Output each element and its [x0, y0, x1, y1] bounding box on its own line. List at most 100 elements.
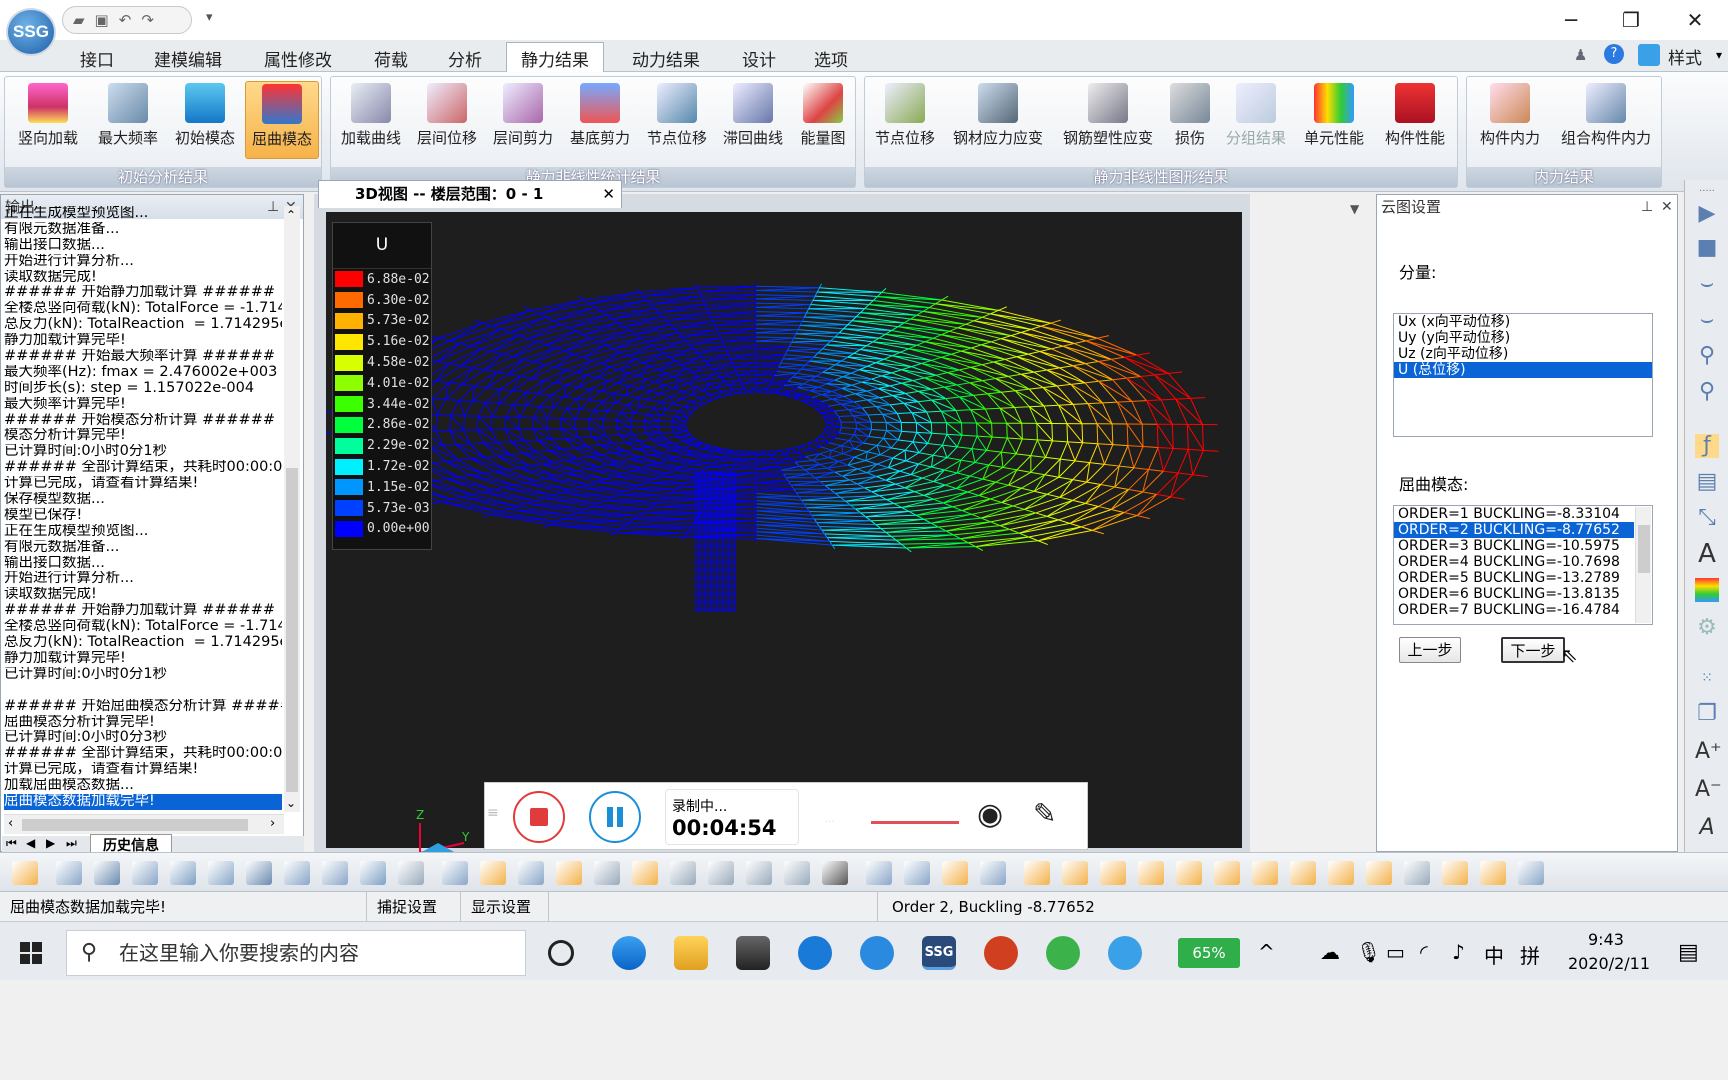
toolbar-tool-icon[interactable] — [866, 861, 892, 885]
close-button[interactable]: ✕ — [1670, 4, 1720, 36]
toolbar-tool-icon[interactable] — [904, 861, 930, 885]
toolbar-tool-icon[interactable] — [398, 861, 424, 885]
rebar-plastic-strain-button[interactable]: 钢筋塑性应变 — [1055, 81, 1161, 159]
toolbar-tool-icon[interactable] — [518, 861, 544, 885]
first-tab-icon[interactable]: ⏮ — [6, 836, 17, 851]
3d-viewport[interactable] — [322, 208, 1246, 852]
toolbar-tool-icon[interactable] — [1100, 861, 1126, 885]
toolbar-tool-icon[interactable] — [594, 861, 620, 885]
toolbar-tool-icon[interactable] — [632, 861, 658, 885]
toolbar-tool-icon[interactable] — [246, 861, 272, 885]
component-item[interactable]: U (总位移) — [1394, 362, 1652, 378]
toolbar-tool-icon[interactable] — [480, 861, 506, 885]
drag-handle-icon[interactable]: ≡ — [487, 805, 499, 821]
toolbar-tool-icon[interactable] — [1252, 861, 1278, 885]
member-force-button[interactable]: 构件内力 — [1471, 81, 1549, 159]
toolbar-tool-icon[interactable] — [132, 861, 158, 885]
tray-expand-icon[interactable]: ^ — [1258, 940, 1275, 964]
scroll-right-icon[interactable]: › — [270, 816, 275, 831]
toolbar-tool-icon[interactable] — [980, 861, 1006, 885]
tab-property[interactable]: 属性修改 — [264, 46, 332, 71]
mode-item[interactable]: ORDER=6 BUCKLING=-13.8135 — [1394, 586, 1634, 602]
output-vertical-scrollbar[interactable]: ⌃ ⌄ — [284, 206, 300, 812]
powerpoint-icon[interactable] — [984, 936, 1018, 970]
square-icon[interactable]: ■ — [1695, 236, 1719, 260]
snap-settings[interactable]: 捕捉设置 — [366, 892, 437, 922]
energy-button[interactable]: 能量图 — [793, 81, 853, 159]
play-icon[interactable]: ▶ — [1695, 202, 1719, 226]
pause-record-button[interactable] — [589, 791, 641, 843]
load-curve-button[interactable]: 加载曲线 — [335, 81, 407, 159]
taskbar-search[interactable]: ⚲ 在这里输入你要搜索的内容 — [66, 930, 526, 976]
settings-icon[interactable]: ⚙ — [1695, 616, 1719, 640]
prev-tab-icon[interactable]: ◀ — [26, 836, 35, 850]
qat-dropdown-icon[interactable]: ▾ — [206, 10, 213, 25]
toolbar-tool-icon[interactable] — [1366, 861, 1392, 885]
font-up-icon[interactable]: A⁺ — [1695, 740, 1722, 764]
restore-button[interactable]: ❐ — [1606, 4, 1656, 36]
mode-item[interactable]: ORDER=7 BUCKLING=-16.4784 — [1394, 602, 1634, 618]
initial-mode-button[interactable]: 初始模态 — [169, 81, 241, 159]
tab-list-icon[interactable]: ▼ — [1350, 202, 1359, 216]
mode-item[interactable]: ORDER=4 BUCKLING=-10.7698 — [1394, 554, 1634, 570]
mode-item[interactable]: ORDER=5 BUCKLING=-13.2789 — [1394, 570, 1634, 586]
toolbar-tool-icon[interactable] — [784, 861, 810, 885]
component-list[interactable]: Ux (x向平动位移) Uy (y向平动位移) Uz (z向平动位移) U (总位移) — [1393, 313, 1653, 437]
notification-icon[interactable]: ▤ — [1678, 940, 1699, 965]
toolbar-tool-icon[interactable] — [1138, 861, 1164, 885]
toolbar-tool-icon[interactable] — [1442, 861, 1468, 885]
toolbar-tool-icon[interactable] — [1404, 861, 1430, 885]
scroll-left-icon[interactable]: ‹ — [8, 816, 13, 831]
minimize-button[interactable]: ─ — [1546, 4, 1596, 36]
tab-design[interactable]: 设计 — [742, 46, 776, 71]
toolbar-tool-icon[interactable] — [56, 861, 82, 885]
sogou-icon[interactable] — [860, 936, 894, 970]
tab-interface[interactable]: 接口 — [80, 46, 114, 71]
wifi-icon[interactable]: ◜ — [1420, 940, 1428, 964]
tab-dynamic-results[interactable]: 动力结果 — [632, 46, 700, 71]
copy-icon[interactable]: ❐ — [1695, 702, 1719, 726]
toolbar-tool-icon[interactable] — [1176, 861, 1202, 885]
story-shear-button[interactable]: 层间剪力 — [487, 81, 559, 159]
component-item[interactable]: Uz (z向平动位移) — [1394, 346, 1652, 362]
toolbar-tool-icon[interactable] — [208, 861, 234, 885]
grid-icon[interactable]: ⁙ — [1695, 666, 1719, 690]
combined-member-force-button[interactable]: 组合构件内力 — [1553, 81, 1659, 159]
mode-item[interactable]: ORDER=1 BUCKLING=-8.33104 — [1394, 506, 1634, 522]
toolbar-tool-icon[interactable] — [942, 861, 968, 885]
toolbar-tool-icon[interactable] — [556, 861, 582, 885]
base-shear-button[interactable]: 基底剪力 — [563, 81, 637, 159]
toolbar-tool-icon[interactable] — [94, 861, 120, 885]
toolbar-tool-icon[interactable] — [322, 861, 348, 885]
clock-time[interactable]: 9:43 — [1588, 930, 1624, 949]
ime-pinyin[interactable]: 拼 — [1520, 940, 1540, 969]
story-drift-button[interactable]: 层间位移 — [411, 81, 483, 159]
next-step-button[interactable]: 下一步 — [1501, 637, 1565, 663]
user-icon[interactable]: ♟ — [1574, 46, 1587, 64]
toolbar-tool-icon[interactable] — [670, 861, 696, 885]
ssg-taskbar-icon[interactable]: SSG — [922, 936, 956, 970]
stop-record-button[interactable] — [513, 791, 565, 843]
table-icon[interactable]: ▤ — [1695, 470, 1719, 494]
tab-model-edit[interactable]: 建模编辑 — [154, 46, 222, 71]
hscroll-thumb[interactable] — [22, 819, 248, 831]
toolbar-tool-icon[interactable] — [1214, 861, 1240, 885]
color-map-icon[interactable] — [1695, 578, 1719, 602]
toolbar-tool-icon[interactable] — [360, 861, 386, 885]
toolbar-tool-icon[interactable] — [746, 861, 772, 885]
hysteresis-button[interactable]: 滞回曲线 — [717, 81, 789, 159]
battery-icon[interactable]: ▭ — [1386, 940, 1405, 964]
prev-step-button[interactable]: 上一步 — [1399, 637, 1461, 663]
scroll-thumb[interactable] — [286, 468, 298, 792]
font-down-icon[interactable]: A⁻ — [1695, 778, 1722, 802]
toolbar-tool-icon[interactable] — [1328, 861, 1354, 885]
buckling-mode-list[interactable]: ORDER=1 BUCKLING=-8.33104 ORDER=2 BUCKLIN… — [1393, 505, 1653, 625]
clock-date[interactable]: 2020/2/11 — [1568, 954, 1650, 973]
cortana-icon[interactable] — [548, 940, 574, 966]
beam-icon[interactable]: ⌣ — [1695, 272, 1719, 296]
component-item[interactable]: Ux (x向平动位移) — [1394, 314, 1652, 330]
cloud-icon[interactable]: ☁ — [1320, 940, 1340, 964]
tab-load[interactable]: 荷载 — [374, 46, 408, 71]
start-button[interactable] — [20, 942, 42, 964]
toolbar-tool-icon[interactable] — [1024, 861, 1050, 885]
